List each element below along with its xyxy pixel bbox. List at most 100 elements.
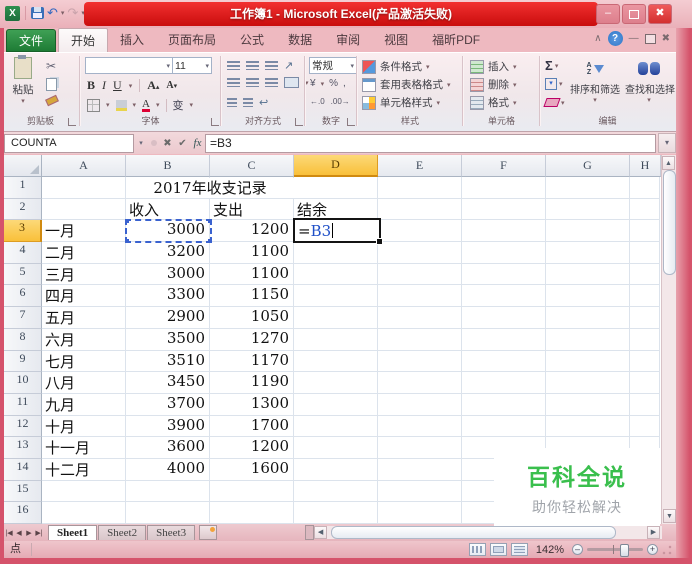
cell-C3[interactable]: 1200 <box>210 220 294 243</box>
cell-G9[interactable] <box>546 350 630 373</box>
autosum-button[interactable]: Σ ▾ <box>545 58 558 73</box>
insert-cells-button[interactable]: 插入 ▾ <box>470 59 517 74</box>
ribbon-tab-福昕PDF[interactable]: 福昕PDF <box>420 28 492 52</box>
cell-E12[interactable] <box>378 415 462 438</box>
cell-H1[interactable] <box>630 177 660 199</box>
column-header-F[interactable]: F <box>462 155 546 177</box>
name-box-resize-handle[interactable] <box>151 140 157 146</box>
format-cells-button[interactable]: 格式 ▾ <box>470 95 517 110</box>
cell-F5[interactable] <box>462 263 546 286</box>
column-header-C[interactable]: C <box>210 155 294 177</box>
format-as-table-button[interactable]: 套用表格格式 ▾ <box>362 77 451 92</box>
save-button[interactable] <box>31 7 44 19</box>
horizontal-scrollbar[interactable] <box>327 526 662 539</box>
cell-D12[interactable] <box>294 415 378 438</box>
formula-input[interactable]: =B3 <box>205 133 656 153</box>
cell-B16[interactable] <box>126 502 210 524</box>
increase-decimal-button[interactable]: ←.0 <box>310 97 325 106</box>
phonetic-button[interactable]: 变 <box>173 97 184 113</box>
row-header-16[interactable]: 16 <box>4 502 42 524</box>
cell-B8[interactable]: 3500 <box>126 328 210 351</box>
horizontal-scroll-thumb[interactable] <box>331 526 617 539</box>
cell-F7[interactable] <box>462 307 546 329</box>
conditional-format-button[interactable]: 条件格式 ▾ <box>362 59 430 74</box>
cell-E15[interactable] <box>378 480 462 503</box>
cell-A14[interactable]: 十二月 <box>42 458 126 481</box>
align-left-button[interactable] <box>227 78 240 87</box>
cell-A9[interactable]: 七月 <box>42 350 126 373</box>
ribbon-tab-插入[interactable]: 插入 <box>108 28 156 52</box>
fill-color-button[interactable] <box>115 99 127 111</box>
font-dialog-launcher[interactable] <box>211 118 219 126</box>
cell-F6[interactable] <box>462 285 546 308</box>
insert-function-button[interactable]: fx <box>190 137 205 149</box>
cell-B12[interactable]: 3900 <box>126 415 210 438</box>
page-layout-view-button[interactable] <box>489 543 507 556</box>
cell-H4[interactable] <box>630 242 660 264</box>
doc-restore-button[interactable] <box>644 33 656 44</box>
enter-entry-button[interactable]: ✔ <box>175 138 190 149</box>
vertical-scrollbar[interactable]: ▲ ▼ <box>661 155 676 524</box>
merge-center-button[interactable] <box>284 77 299 88</box>
cell-C7[interactable]: 1050 <box>210 307 294 329</box>
column-header-A[interactable]: A <box>42 155 126 177</box>
cell-E7[interactable] <box>378 307 462 329</box>
cell-H11[interactable] <box>630 393 660 416</box>
cell-G2[interactable] <box>546 198 630 221</box>
cell-A12[interactable]: 十月 <box>42 415 126 438</box>
cell-C6[interactable]: 1150 <box>210 285 294 308</box>
cell-E16[interactable] <box>378 502 462 524</box>
cell-F9[interactable] <box>462 350 546 373</box>
scroll-down-button[interactable]: ▼ <box>663 509 676 523</box>
percent-button[interactable]: % <box>329 78 338 89</box>
maximize-button[interactable] <box>622 4 646 24</box>
ribbon-tab-视图[interactable]: 视图 <box>372 28 420 52</box>
cell-C9[interactable]: 1170 <box>210 350 294 373</box>
cell-H7[interactable] <box>630 307 660 329</box>
align-right-button[interactable] <box>265 78 278 87</box>
row-header-15[interactable]: 15 <box>4 480 42 503</box>
wrap-text-button[interactable]: ↩ <box>259 96 268 109</box>
cell-D14[interactable] <box>294 458 378 481</box>
file-tab[interactable]: 文件 <box>6 29 56 52</box>
cell-D15[interactable] <box>294 480 378 503</box>
align-middle-button[interactable] <box>246 61 259 70</box>
cell-B11[interactable]: 3700 <box>126 393 210 416</box>
row-header-10[interactable]: 10 <box>4 372 42 394</box>
italic-button[interactable]: I <box>102 78 106 93</box>
row-header-14[interactable]: 14 <box>4 458 42 481</box>
font-color-button[interactable]: A <box>142 98 150 112</box>
cut-button[interactable]: ✂ <box>46 59 56 73</box>
help-button[interactable]: ? <box>607 31 623 46</box>
cell-E1[interactable] <box>378 177 462 199</box>
active-cell-editor[interactable]: = B3 <box>293 218 383 245</box>
cell-D1[interactable] <box>294 177 378 199</box>
cell-A8[interactable]: 六月 <box>42 328 126 351</box>
cell-F2[interactable] <box>462 198 546 221</box>
borders-button[interactable] <box>87 98 100 112</box>
row-header-7[interactable]: 7 <box>4 307 42 329</box>
cell-B10[interactable]: 3450 <box>126 372 210 394</box>
column-header-B[interactable]: B <box>126 155 210 177</box>
cell-E5[interactable] <box>378 263 462 286</box>
shrink-font-button[interactable]: A▾ <box>166 80 177 91</box>
cell-E13[interactable] <box>378 437 462 459</box>
cell-B5[interactable]: 3000 <box>126 263 210 286</box>
cell-A11[interactable]: 九月 <box>42 393 126 416</box>
cell-B9[interactable]: 3510 <box>126 350 210 373</box>
cell-G6[interactable] <box>546 285 630 308</box>
cell-G3[interactable] <box>546 220 630 243</box>
hscroll-left-button[interactable]: ◀ <box>314 526 328 539</box>
cell-F4[interactable] <box>462 242 546 264</box>
cell-G11[interactable] <box>546 393 630 416</box>
row-header-2[interactable]: 2 <box>4 198 42 221</box>
alignment-dialog-launcher[interactable] <box>295 118 303 126</box>
font-size-combo[interactable]: 11 ▾ <box>172 57 212 74</box>
cell-E9[interactable] <box>378 350 462 373</box>
cell-E8[interactable] <box>378 328 462 351</box>
ribbon-tab-公式[interactable]: 公式 <box>228 28 276 52</box>
undo-caret-icon[interactable]: ▾ <box>61 9 65 17</box>
ribbon-tab-开始[interactable]: 开始 <box>58 28 109 52</box>
column-header-E[interactable]: E <box>378 155 462 177</box>
find-select-button[interactable]: 查找和选择 ▾ <box>625 57 675 104</box>
